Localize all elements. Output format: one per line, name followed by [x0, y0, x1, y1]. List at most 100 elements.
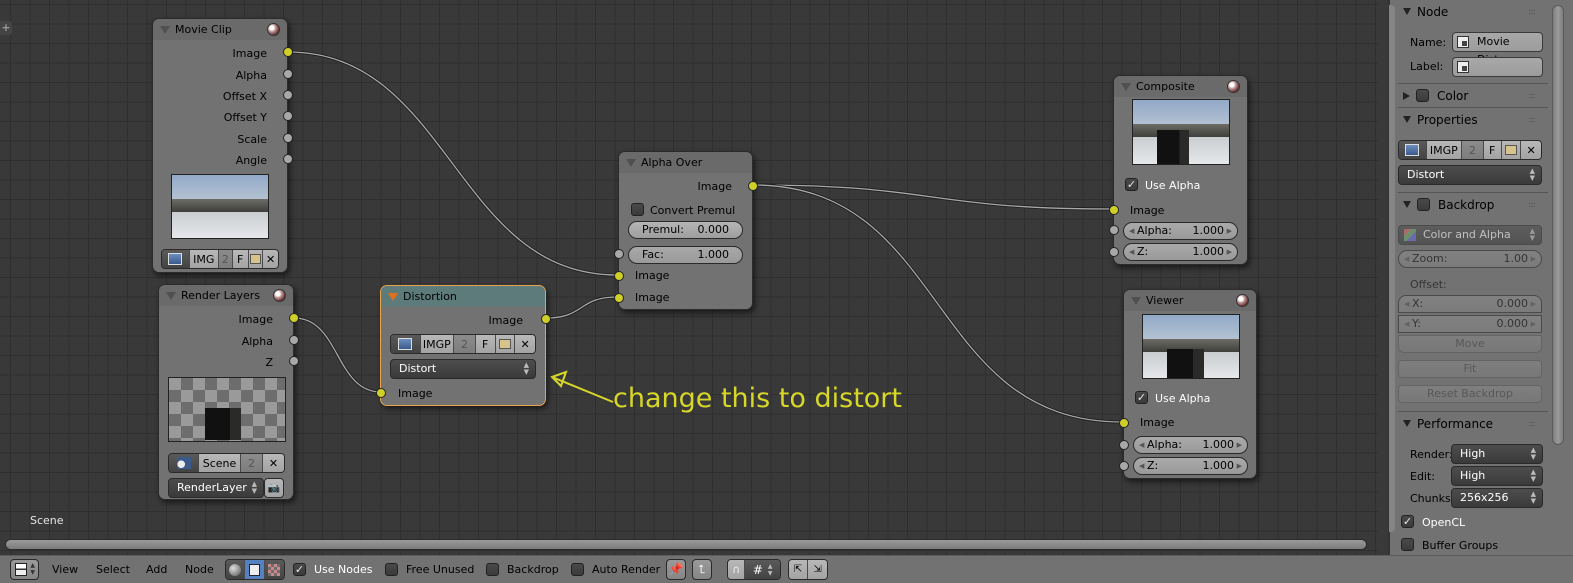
- properties-datablock-selector[interactable]: IMGP 2 F ✕: [1398, 140, 1542, 160]
- output-socket-z[interactable]: [289, 356, 299, 366]
- premul-slider[interactable]: Premul: 0.000: [628, 221, 743, 239]
- collapse-triangle-icon[interactable]: [388, 293, 398, 301]
- snap-element-selector[interactable]: # ▲ ▼: [745, 560, 780, 579]
- tree-type-selector[interactable]: [225, 559, 285, 580]
- magnet-snap-icon[interactable]: ∩: [728, 560, 746, 579]
- backdrop-zoom-field[interactable]: ◀ Zoom: 1.00 ▶: [1398, 250, 1542, 268]
- properties-users-count[interactable]: 2: [1462, 141, 1484, 159]
- output-socket-angle[interactable]: [283, 154, 293, 164]
- copy-nodes-icon[interactable]: ⇱: [789, 560, 809, 579]
- drag-grip-icon[interactable]: ::::: [1528, 115, 1536, 124]
- snap-controls[interactable]: ∩ # ▲ ▼: [727, 559, 781, 580]
- drag-grip-icon[interactable]: ::::: [1528, 91, 1536, 100]
- texture-tree-icon[interactable]: [264, 560, 284, 579]
- backdrop-checkbox[interactable]: [1417, 198, 1430, 211]
- output-socket-offset-y[interactable]: [283, 111, 293, 121]
- output-socket-offset-x[interactable]: [283, 90, 293, 100]
- menu-select[interactable]: Select: [96, 563, 130, 576]
- input-socket-image-2[interactable]: [614, 293, 624, 303]
- decrement-arrow-icon[interactable]: ◀: [1139, 458, 1144, 474]
- increment-arrow-icon[interactable]: ▶: [1531, 316, 1536, 332]
- node-render-layers[interactable]: Render Layers Image Alpha Z Scene 2 ✕ Re…: [158, 284, 299, 500]
- output-socket-image[interactable]: [748, 181, 758, 191]
- increment-arrow-icon[interactable]: ▶: [1531, 251, 1536, 267]
- preview-sphere-icon[interactable]: [273, 289, 286, 302]
- increment-arrow-icon[interactable]: ▶: [1227, 223, 1232, 239]
- section-backdrop-header[interactable]: Backdrop: [1400, 195, 1494, 215]
- output-socket-scale[interactable]: [283, 133, 293, 143]
- collapse-triangle-icon[interactable]: [1131, 297, 1141, 305]
- clip-browse-icon[interactable]: [162, 250, 190, 268]
- open-folder-icon[interactable]: [248, 250, 264, 268]
- output-socket-alpha[interactable]: [283, 69, 293, 79]
- input-socket-z[interactable]: [1119, 461, 1129, 471]
- copy-paste-controls[interactable]: ⇱ ⇲: [788, 559, 828, 580]
- node-header[interactable]: Movie Clip: [153, 19, 287, 40]
- decrement-arrow-icon[interactable]: ◀: [1404, 316, 1409, 332]
- open-folder-icon[interactable]: [1501, 141, 1522, 159]
- offset-y-field[interactable]: ◀ Y: 0.000 ▶: [1398, 315, 1542, 333]
- z-field[interactable]: ◀ Z: 1.000 ▶: [1133, 457, 1248, 475]
- plus-icon[interactable]: +: [0, 21, 12, 35]
- decrement-arrow-icon[interactable]: ◀: [1139, 437, 1144, 453]
- input-socket-image[interactable]: [376, 388, 386, 398]
- open-folder-icon[interactable]: [495, 335, 516, 353]
- node-header[interactable]: Distortion: [381, 286, 545, 307]
- increment-arrow-icon[interactable]: ▶: [1227, 244, 1232, 260]
- clip-users-count[interactable]: 2: [219, 250, 233, 268]
- output-socket-image[interactable]: [283, 47, 293, 57]
- use-alpha-checkbox[interactable]: ✓: [1135, 391, 1148, 404]
- use-alpha-checkbox[interactable]: ✓: [1125, 178, 1138, 191]
- auto-render-checkbox[interactable]: [571, 563, 584, 576]
- drag-grip-icon[interactable]: ::::: [1528, 200, 1536, 209]
- shader-tree-icon[interactable]: [226, 560, 246, 579]
- output-socket-image[interactable]: [289, 313, 299, 323]
- node-header[interactable]: Render Layers: [159, 285, 293, 306]
- distortion-datablock-selector[interactable]: IMGP 2 F ✕: [390, 334, 536, 354]
- render-quality-dropdown[interactable]: High ▲ ▼: [1451, 444, 1543, 464]
- output-socket-image[interactable]: [541, 314, 551, 324]
- properties-name-field[interactable]: IMGP: [1426, 141, 1463, 159]
- clip-name-field[interactable]: IMG: [189, 250, 219, 268]
- fit-button[interactable]: Fit: [1398, 360, 1542, 378]
- node-header[interactable]: Composite: [1114, 76, 1247, 97]
- parent-node-tree-icon[interactable]: ⮤: [692, 559, 712, 580]
- clip-fake-user-button[interactable]: F: [232, 250, 249, 268]
- editor-type-selector[interactable]: ▲ ▼: [10, 559, 39, 580]
- input-socket-z[interactable]: [1109, 247, 1119, 257]
- node-alpha-over[interactable]: Alpha Over Image Convert Premul Premul: …: [614, 151, 758, 310]
- distortion-name-field[interactable]: IMGP: [420, 335, 455, 353]
- free-unused-checkbox[interactable]: [385, 563, 398, 576]
- unlink-x-icon[interactable]: ✕: [263, 454, 284, 472]
- preview-sphere-icon[interactable]: [1236, 294, 1249, 307]
- unlink-x-icon[interactable]: ✕: [515, 335, 535, 353]
- increment-arrow-icon[interactable]: ▶: [1237, 458, 1242, 474]
- node-viewer[interactable]: Viewer ✓ Use Alpha Image ◀ Alpha: 1.000 …: [1119, 289, 1257, 479]
- distortion-users-count[interactable]: 2: [454, 335, 476, 353]
- z-field[interactable]: ◀ Z: 1.000 ▶: [1123, 243, 1238, 261]
- collapse-triangle-icon[interactable]: [166, 292, 176, 300]
- decrement-arrow-icon[interactable]: ◀: [1129, 244, 1134, 260]
- paste-nodes-icon[interactable]: ⇲: [808, 560, 827, 579]
- decrement-arrow-icon[interactable]: ◀: [1404, 296, 1409, 312]
- input-socket-alpha[interactable]: [1119, 440, 1129, 450]
- unlink-x-icon[interactable]: ✕: [1521, 141, 1541, 159]
- collapse-triangle-icon[interactable]: [626, 159, 636, 167]
- node-label-field[interactable]: [1452, 57, 1543, 77]
- alpha-field[interactable]: ◀ Alpha: 1.000 ▶: [1133, 436, 1248, 454]
- color-checkbox[interactable]: [1416, 89, 1429, 102]
- chunks-dropdown[interactable]: 256x256 ▲ ▼: [1451, 488, 1543, 508]
- drag-grip-icon[interactable]: ::::: [1528, 419, 1536, 428]
- decrement-arrow-icon[interactable]: ◀: [1129, 223, 1134, 239]
- fac-slider[interactable]: Fac: 1.000: [628, 246, 743, 264]
- alpha-field[interactable]: ◀ Alpha: 1.000 ▶: [1123, 222, 1238, 240]
- unlink-x-icon[interactable]: ✕: [263, 250, 278, 268]
- preview-sphere-icon[interactable]: [267, 23, 280, 36]
- properties-mode-dropdown[interactable]: Distort ▲ ▼: [1398, 165, 1542, 185]
- increment-arrow-icon[interactable]: ▶: [1237, 437, 1242, 453]
- use-nodes-checkbox[interactable]: ✓: [293, 563, 306, 576]
- opencl-checkbox[interactable]: ✓: [1401, 515, 1414, 528]
- scene-name-field[interactable]: Scene: [199, 454, 241, 472]
- section-performance-header[interactable]: Performance: [1400, 414, 1493, 434]
- pin-icon[interactable]: 📌: [666, 559, 686, 580]
